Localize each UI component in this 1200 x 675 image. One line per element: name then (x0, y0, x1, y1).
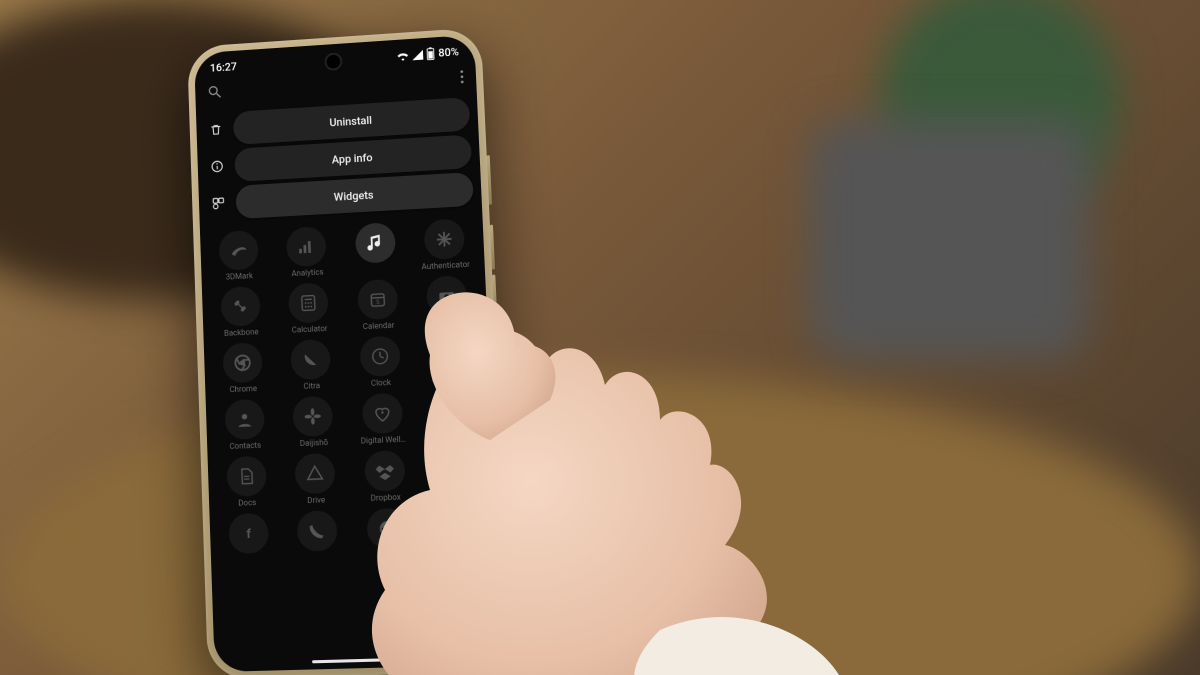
app-label: Digital Well… (361, 435, 406, 446)
app-3dmark[interactable]: 3DMark (208, 229, 270, 282)
screen: 16:27 80% Uninstall Ap (194, 35, 503, 672)
context-widgets-label: Widgets (334, 188, 374, 203)
blank-icon (436, 505, 478, 547)
app-label: Contacts (229, 441, 261, 451)
app-music[interactable] (344, 221, 408, 275)
app-contacts[interactable]: Contacts (213, 398, 276, 451)
bone-icon (220, 286, 261, 327)
signal-icon (412, 49, 423, 59)
swoosh-icon (218, 230, 258, 271)
battery-pct: 80% (438, 46, 459, 60)
phone: 16:27 80% Uninstall Ap (187, 27, 511, 675)
phone-icon (297, 510, 338, 552)
person-icon (224, 399, 265, 441)
status-right: 80% (396, 46, 459, 63)
app-analytics[interactable]: Analytics (275, 225, 338, 279)
app-calculator[interactable]: Calculator (277, 282, 340, 336)
app-drive[interactable]: Drive (284, 452, 348, 506)
calc-icon (288, 282, 329, 324)
app-digital-well-[interactable]: Digital Well… (350, 392, 414, 446)
app-camera[interactable]: Camera (415, 274, 480, 328)
app-label: Citra (303, 381, 320, 391)
bg-pot (810, 120, 1090, 360)
bars-asc-icon (286, 226, 327, 268)
app-row: Chrome Citra Clock Composer (208, 331, 486, 395)
app-citra[interactable]: Citra (279, 338, 342, 392)
chrome-icon (222, 342, 263, 383)
widgets-icon (207, 196, 231, 211)
edge-icon (434, 447, 476, 489)
app-discord[interactable]: Discord (420, 389, 485, 443)
app-label: Camera (434, 317, 462, 327)
clock: 16:27 (210, 60, 237, 74)
drive-icon (295, 453, 336, 495)
app-grid[interactable]: 3DMark Analytics Authenticator Backbone Calc… (200, 217, 498, 557)
fan-icon (292, 396, 333, 438)
svg-text:f: f (246, 527, 252, 542)
app-backbone[interactable]: Backbone (209, 285, 271, 338)
app-clock[interactable]: Clock (348, 335, 412, 389)
app-label: Analytics (291, 268, 323, 279)
app-label: Composer (432, 374, 470, 385)
app-label: Edge (447, 490, 465, 500)
app-chrome[interactable]: Chrome (211, 342, 274, 395)
info-icon (205, 159, 229, 174)
app-label: Discord (439, 432, 467, 442)
app-label: Backbone (224, 327, 259, 338)
app-context-menu: Uninstall App info Widgets (196, 89, 483, 233)
trash-icon (204, 122, 228, 137)
app-daijish-[interactable]: Daijishō (282, 395, 345, 449)
clock-icon (359, 335, 401, 377)
app-dropbox[interactable]: Dropbox (353, 449, 417, 503)
doc-icon (226, 456, 267, 498)
app-blank[interactable] (425, 505, 490, 550)
app-composer[interactable]: Composer (418, 332, 483, 386)
app-firefox[interactable] (355, 507, 419, 552)
camera-icon (426, 275, 468, 317)
app-row: f (213, 504, 493, 556)
app-label: Dropbox (370, 493, 400, 503)
kebab-menu-icon[interactable] (460, 68, 465, 87)
app-docs[interactable]: Docs (215, 455, 278, 508)
calendar-icon: 5 (357, 279, 398, 321)
photo-scene: 16:27 80% Uninstall Ap (0, 0, 1200, 675)
app-label: Chrome (229, 384, 257, 394)
app-phone[interactable] (286, 510, 349, 555)
context-appinfo-label: App info (331, 151, 372, 166)
app-label: Drive (307, 495, 325, 505)
music-icon (355, 222, 396, 264)
search-icon[interactable] (207, 84, 223, 104)
app-label: Daijishō (300, 438, 329, 448)
app-label: Calculator (292, 324, 328, 335)
app-row: Docs Drive Dropbox Edge (212, 446, 492, 508)
app-label: Calendar (363, 321, 395, 332)
app-edge[interactable]: Edge (422, 447, 487, 501)
app-authenticator[interactable]: Authenticator (413, 218, 477, 272)
app-label: Authenticator (421, 260, 470, 272)
app-calendar[interactable]: 5 Calendar (346, 278, 410, 332)
citrus-icon (290, 339, 331, 381)
context-uninstall-label: Uninstall (329, 113, 372, 128)
facebook-icon: f (228, 513, 269, 555)
asterisk-icon (424, 218, 466, 260)
app-label: Docs (238, 498, 256, 508)
battery-icon (426, 47, 435, 60)
bg-floor (0, 375, 1200, 675)
firefox-icon (366, 508, 408, 550)
app-label: 3DMark (226, 271, 254, 281)
heart-icon (361, 393, 403, 435)
app-facebook[interactable]: f (217, 512, 280, 556)
app-row: Backbone Calculator 5 Calendar Camera (206, 274, 484, 338)
grid4-icon (429, 332, 471, 374)
dropbox-icon (364, 450, 406, 492)
svg-text:5: 5 (376, 298, 380, 306)
app-label: Clock (371, 378, 391, 388)
app-row: Contacts Daijishō Digital Well… Discord (210, 389, 489, 452)
home-indicator[interactable] (312, 658, 403, 664)
discord-icon (431, 389, 473, 431)
wifi-icon (397, 50, 410, 61)
